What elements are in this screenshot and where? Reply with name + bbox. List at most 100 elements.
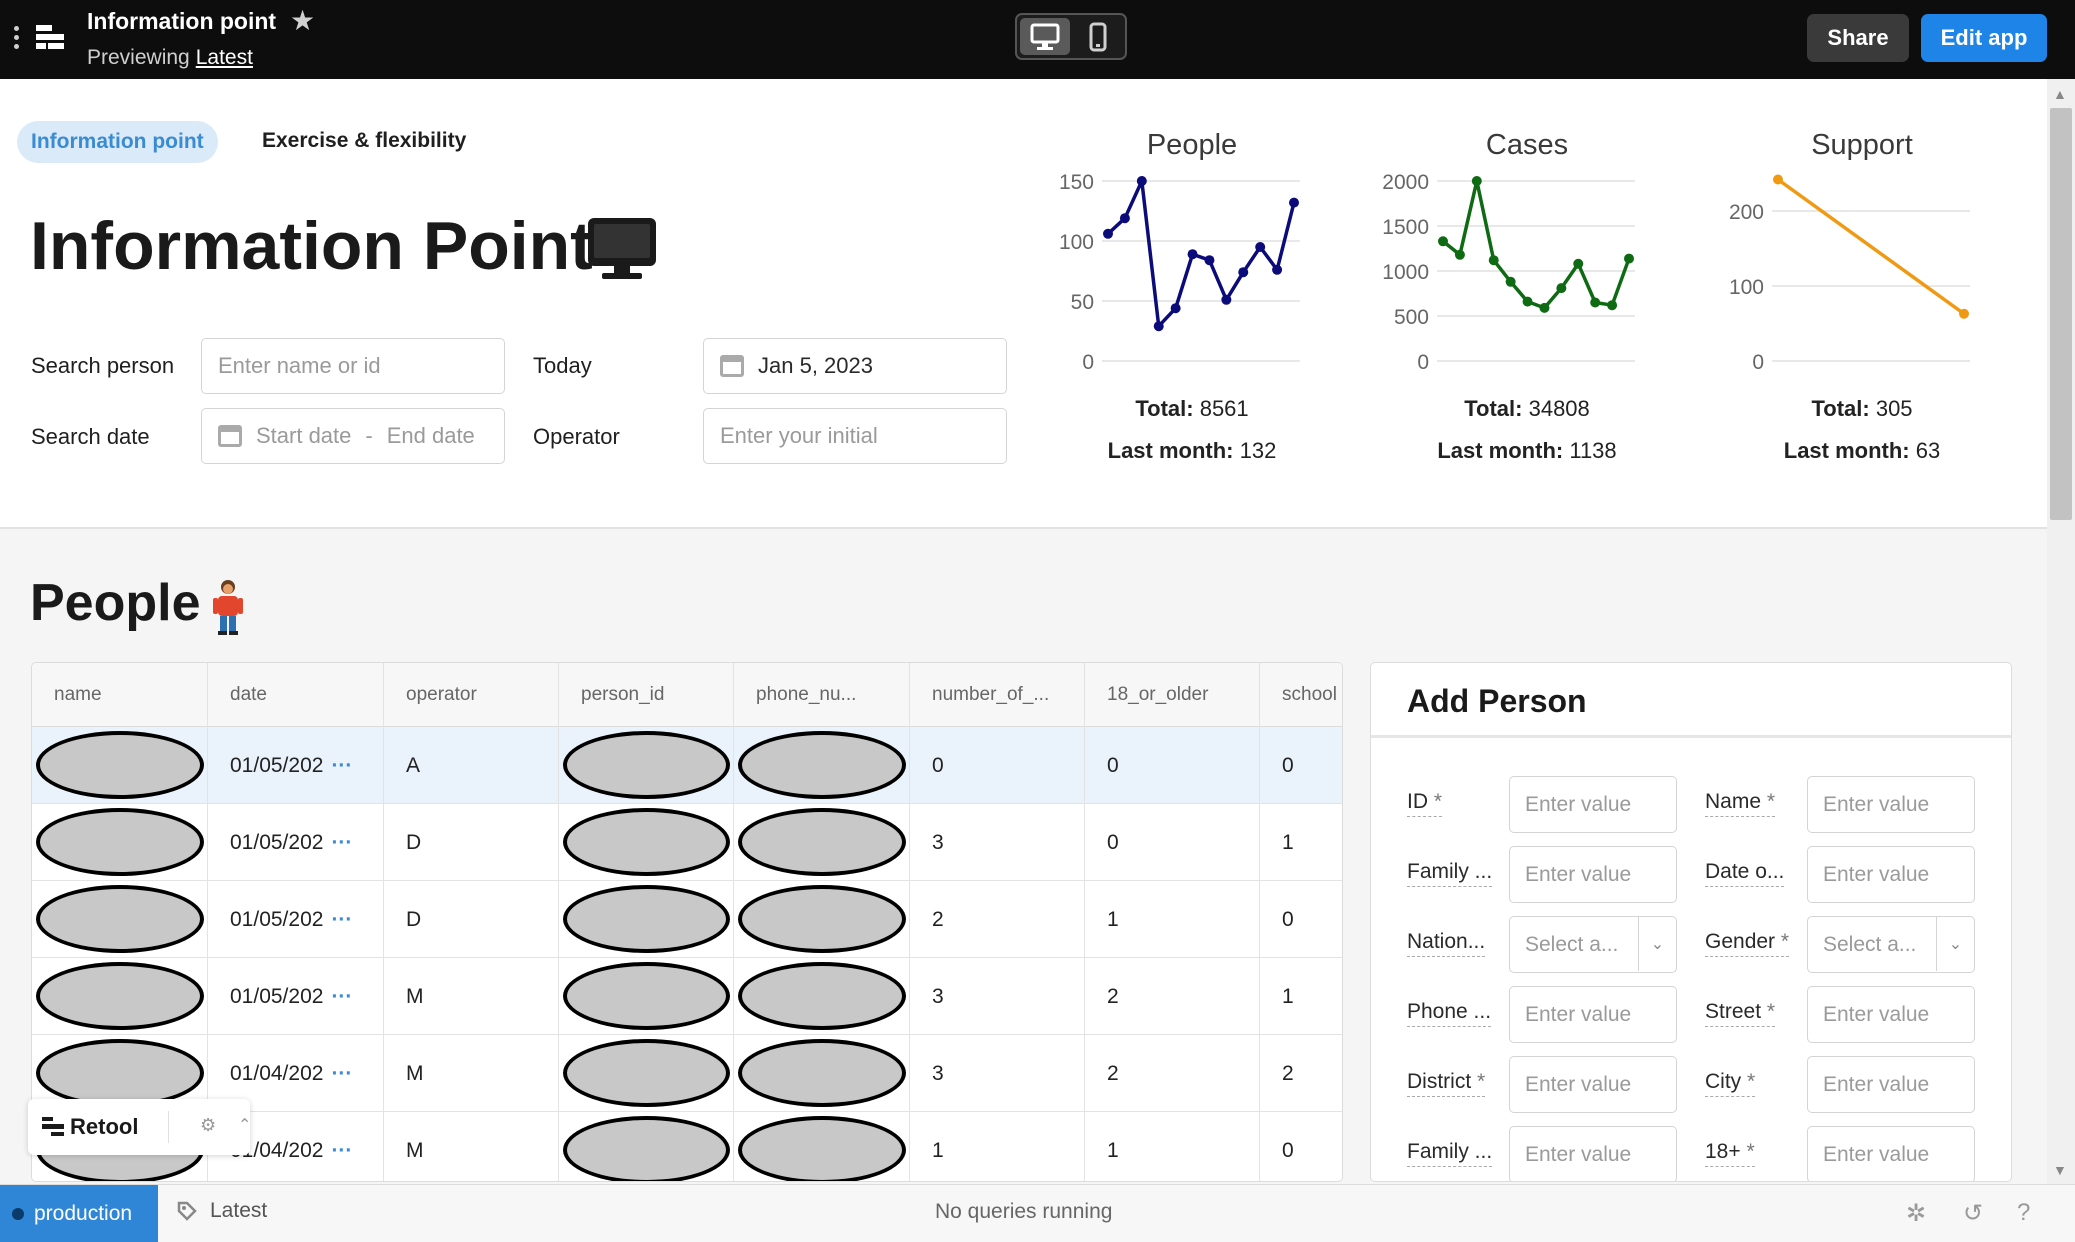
- bug-icon[interactable]: ✲: [1906, 1199, 1926, 1228]
- more-options-icon[interactable]: ···: [331, 831, 352, 855]
- more-options-icon[interactable]: ···: [331, 985, 352, 1009]
- column-header[interactable]: person_id: [559, 663, 734, 727]
- table-cell[interactable]: 1: [1260, 958, 1342, 1035]
- table-cell[interactable]: 1: [1085, 881, 1260, 958]
- app-menu-icon[interactable]: [14, 26, 22, 50]
- table-cell[interactable]: D: [384, 881, 559, 958]
- table-cell[interactable]: 2: [1260, 1035, 1342, 1112]
- table-cell[interactable]: 01/05/202 ···: [208, 804, 384, 881]
- environment-badge[interactable]: production: [0, 1185, 158, 1242]
- field-select[interactable]: Select a... ⌄: [1807, 916, 1975, 973]
- mobile-view-button[interactable]: [1073, 18, 1123, 55]
- table-row[interactable]: 01/05/202 ··· D 2 1 0: [32, 881, 1342, 958]
- preview-version-link[interactable]: Latest: [196, 46, 253, 69]
- table-cell[interactable]: 2: [1085, 958, 1260, 1035]
- field-input[interactable]: Enter value: [1807, 776, 1975, 833]
- table-row[interactable]: 01/05/202 ··· M 3 2 1: [32, 958, 1342, 1035]
- table-cell[interactable]: 01/05/202 ···: [208, 727, 384, 804]
- tab-information-point[interactable]: Information point: [17, 121, 218, 163]
- table-cell[interactable]: [559, 958, 734, 1035]
- table-cell[interactable]: 0: [1260, 727, 1342, 804]
- today-date-input[interactable]: Jan 5, 2023: [703, 338, 1007, 394]
- table-cell[interactable]: M: [384, 1112, 559, 1181]
- table-cell[interactable]: M: [384, 958, 559, 1035]
- table-cell[interactable]: [559, 881, 734, 958]
- field-input[interactable]: Enter value: [1807, 1056, 1975, 1113]
- field-input[interactable]: Enter value: [1509, 1056, 1677, 1113]
- table-row[interactable]: 01/05/202 ··· D 3 0 1: [32, 804, 1342, 881]
- retool-logo-icon[interactable]: [34, 22, 66, 54]
- table-cell[interactable]: [559, 1035, 734, 1112]
- more-options-icon[interactable]: ···: [331, 1139, 352, 1163]
- table-cell[interactable]: 3: [910, 804, 1085, 881]
- search-person-input[interactable]: Enter name or id: [201, 338, 505, 394]
- table-row[interactable]: 01/05/202 ··· A 0 0 0: [32, 727, 1342, 804]
- table-cell[interactable]: [32, 881, 208, 958]
- table-cell[interactable]: 0: [1260, 1112, 1342, 1181]
- table-cell[interactable]: 0: [1260, 881, 1342, 958]
- search-date-range-input[interactable]: Start date - End date: [201, 408, 505, 464]
- field-input[interactable]: Enter value: [1807, 986, 1975, 1043]
- table-cell[interactable]: M: [384, 1035, 559, 1112]
- table-cell[interactable]: 2: [1085, 1035, 1260, 1112]
- table-cell[interactable]: [559, 1112, 734, 1181]
- scroll-thumb[interactable]: [2050, 108, 2072, 520]
- operator-input[interactable]: Enter your initial: [703, 408, 1007, 464]
- table-cell[interactable]: 01/05/202 ···: [208, 958, 384, 1035]
- chevron-down-icon[interactable]: ⌄: [1936, 917, 1974, 971]
- chevron-down-icon[interactable]: ⌄: [1638, 917, 1676, 971]
- table-cell[interactable]: [32, 958, 208, 1035]
- table-cell[interactable]: 0: [910, 727, 1085, 804]
- field-input[interactable]: Enter value: [1509, 986, 1677, 1043]
- release-selector[interactable]: Latest: [176, 1199, 267, 1223]
- share-button[interactable]: Share: [1807, 14, 1909, 62]
- table-cell[interactable]: [734, 804, 910, 881]
- retool-badge[interactable]: Retool ⚙ ⌃: [28, 1099, 251, 1155]
- field-select[interactable]: Select a... ⌄: [1509, 916, 1677, 973]
- table-cell[interactable]: [734, 881, 910, 958]
- tab-exercise-flexibility[interactable]: Exercise & flexibility: [262, 129, 466, 153]
- table-cell[interactable]: [734, 727, 910, 804]
- table-cell[interactable]: [32, 727, 208, 804]
- table-cell[interactable]: 2: [910, 881, 1085, 958]
- table-cell[interactable]: D: [384, 804, 559, 881]
- table-cell[interactable]: A: [384, 727, 559, 804]
- star-icon[interactable]: ★: [290, 4, 315, 37]
- table-cell[interactable]: [559, 804, 734, 881]
- column-header[interactable]: school: [1260, 663, 1342, 727]
- table-cell[interactable]: [734, 1112, 910, 1181]
- table-cell[interactable]: 3: [910, 1035, 1085, 1112]
- field-input[interactable]: Enter value: [1807, 846, 1975, 903]
- table-cell[interactable]: 1: [1085, 1112, 1260, 1181]
- table-cell[interactable]: 01/05/202 ···: [208, 881, 384, 958]
- scroll-down-arrow-icon[interactable]: ▼: [2053, 1162, 2067, 1178]
- field-input[interactable]: Enter value: [1509, 776, 1677, 833]
- chevron-up-icon[interactable]: ⌃: [238, 1115, 251, 1135]
- table-cell[interactable]: 0: [1085, 727, 1260, 804]
- edit-app-button[interactable]: Edit app: [1921, 14, 2047, 62]
- desktop-view-button[interactable]: [1020, 18, 1070, 55]
- table-cell[interactable]: 3: [910, 958, 1085, 1035]
- field-input[interactable]: Enter value: [1509, 846, 1677, 903]
- column-header[interactable]: phone_nu...: [734, 663, 910, 727]
- column-header[interactable]: 18_or_older: [1085, 663, 1260, 727]
- column-header[interactable]: operator: [384, 663, 559, 727]
- table-cell[interactable]: [32, 804, 208, 881]
- table-cell[interactable]: 0: [1085, 804, 1260, 881]
- debug-mini-icon[interactable]: ⚙: [200, 1115, 216, 1136]
- table-cell[interactable]: [559, 727, 734, 804]
- table-cell[interactable]: 1: [910, 1112, 1085, 1181]
- table-cell[interactable]: [734, 1035, 910, 1112]
- column-header[interactable]: name: [32, 663, 208, 727]
- table-cell[interactable]: [734, 958, 910, 1035]
- field-input[interactable]: Enter value: [1807, 1126, 1975, 1181]
- table-cell[interactable]: 1: [1260, 804, 1342, 881]
- column-header[interactable]: date: [208, 663, 384, 727]
- more-options-icon[interactable]: ···: [331, 754, 352, 778]
- more-options-icon[interactable]: ···: [331, 908, 352, 932]
- more-options-icon[interactable]: ···: [331, 1062, 352, 1086]
- help-icon[interactable]: ?: [2017, 1199, 2030, 1227]
- history-icon[interactable]: ↺: [1963, 1199, 1983, 1228]
- scroll-up-arrow-icon[interactable]: ▲: [2053, 86, 2067, 102]
- field-input[interactable]: Enter value: [1509, 1126, 1677, 1181]
